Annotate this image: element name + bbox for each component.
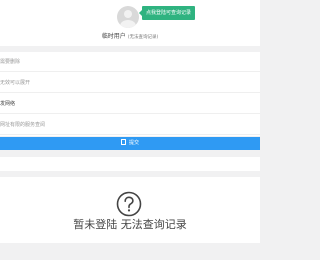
submit-label: 提交: [128, 140, 139, 146]
form-field-3[interactable]: 发网络: [0, 94, 260, 114]
avatar-head-shape: [124, 10, 132, 18]
form-field-2[interactable]: 无效可以展开: [0, 73, 260, 93]
empty-state-panel: 暂未登陆 无法查询记录: [0, 177, 260, 243]
question-circle-icon: [116, 191, 142, 217]
login-tip-button[interactable]: 点我登陆可查询记录: [138, 6, 196, 20]
avatar[interactable]: [117, 6, 139, 28]
submit-button[interactable]: 提交: [0, 137, 260, 150]
empty-state-message: 暂未登陆 无法查询记录: [73, 218, 187, 231]
user-status-line: 临时用户 (无法查询记录): [0, 33, 260, 42]
user-header: 点我登陆可查询记录 临时用户 (无法查询记录): [0, 0, 260, 46]
document-icon: [120, 138, 126, 145]
avatar-shoulders-shape: [120, 20, 136, 28]
form-field-1[interactable]: 需要删除: [0, 52, 260, 72]
form-field-4[interactable]: 网址有限的服务查阅: [0, 115, 260, 135]
divider-panel: [0, 157, 260, 171]
user-name: 临时用户: [101, 33, 126, 40]
query-form: 需要删除 无效可以展开 发网络 网址有限的服务查阅: [0, 52, 260, 136]
user-note: (无法查询记录): [127, 35, 159, 40]
